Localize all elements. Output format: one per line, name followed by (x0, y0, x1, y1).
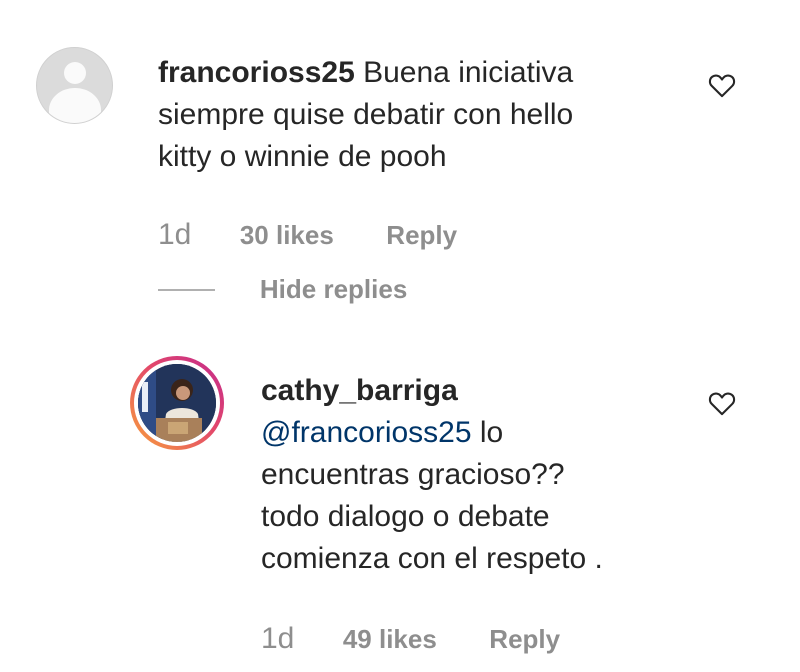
reply-username[interactable]: cathy_barriga (261, 370, 701, 412)
avatar[interactable] (36, 47, 113, 124)
avatar[interactable] (130, 356, 224, 450)
like-button[interactable] (708, 72, 736, 103)
reply-text-line: comienza con el respeto . (261, 542, 603, 575)
reply-text-line: encuentras gracioso?? (261, 458, 565, 491)
default-user-icon (64, 62, 86, 84)
profile-photo (138, 364, 216, 442)
reply-body: cathy_barriga @francorioss25 lo encuentr… (261, 370, 701, 580)
comment: francorioss25 Buena iniciativa siempre q… (0, 0, 800, 320)
reply-text-line: lo (471, 416, 504, 449)
comment-text-line: kitty o winnie de pooh (158, 140, 447, 173)
comment-body: francorioss25 Buena iniciativa siempre q… (158, 52, 678, 178)
reply-meta: 1d 49 likes Reply (261, 622, 560, 656)
comment-meta: 1d 30 likes Reply (158, 218, 457, 252)
comment-username[interactable]: francorioss25 (158, 56, 355, 89)
timestamp: 1d (261, 622, 295, 655)
like-button[interactable] (708, 390, 736, 421)
heart-outline-icon (708, 74, 736, 98)
reply-button[interactable]: Reply (489, 624, 560, 654)
comment-text-line: Buena iniciativa (363, 56, 574, 89)
hide-replies-label: Hide replies (259, 274, 408, 304)
reply-comment: cathy_barriga @francorioss25 lo encuentr… (0, 340, 800, 672)
hide-replies-toggle[interactable]: Hide replies (158, 274, 407, 308)
likes-count[interactable]: 49 likes (343, 624, 437, 654)
mention-link[interactable]: @francorioss25 (261, 416, 472, 449)
divider-line (158, 288, 215, 291)
timestamp: 1d (158, 218, 192, 251)
heart-outline-icon (708, 392, 736, 416)
comment-text-line: siempre quise debatir con hello (158, 98, 574, 131)
likes-count[interactable]: 30 likes (240, 220, 334, 250)
reply-text-line: todo dialogo o debate (261, 500, 550, 533)
reply-button[interactable]: Reply (386, 220, 457, 250)
